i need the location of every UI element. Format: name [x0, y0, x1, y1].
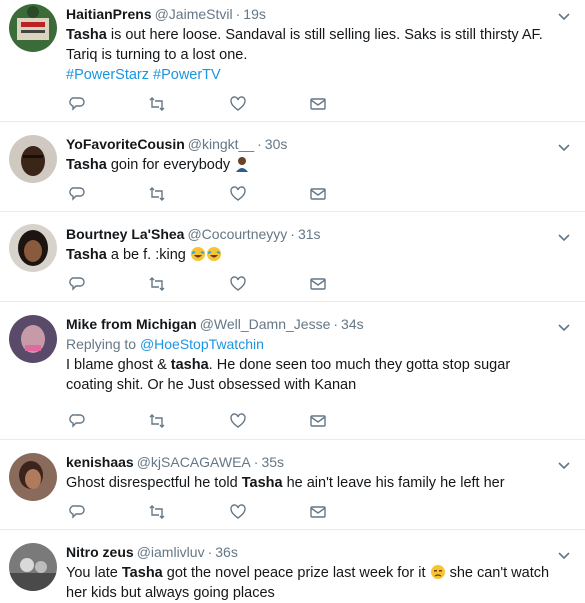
reply-icon[interactable] [68, 95, 88, 115]
like-icon[interactable] [229, 275, 249, 295]
tweet-body: got the novel peace prize last week for … [162, 565, 430, 581]
like-icon[interactable] [229, 185, 249, 205]
chevron-down-icon[interactable] [557, 548, 571, 560]
reply-icon[interactable] [68, 503, 88, 523]
retweet-icon[interactable] [148, 503, 168, 523]
tweet-text: Tasha goin for everybody [66, 155, 555, 175]
timestamp[interactable]: 36s [215, 544, 238, 560]
retweet-icon[interactable] [148, 412, 168, 432]
avatar[interactable] [9, 315, 57, 363]
chevron-down-icon[interactable] [557, 320, 571, 332]
tweet-header: Mike from Michigan @Well_Damn_Jesse · 34s [66, 315, 555, 333]
timestamp[interactable]: 19s [243, 6, 266, 22]
display-name[interactable]: Mike from Michigan [66, 316, 197, 332]
reply-icon[interactable] [68, 275, 88, 295]
reply-prefix: Replying to [66, 336, 140, 352]
timestamp[interactable]: 35s [261, 454, 284, 470]
laughing-crying-emoji-icon [190, 246, 206, 262]
tweet-body: goin for everybody [106, 157, 235, 173]
separator: · [333, 316, 339, 332]
tweet-text: Ghost disrespectful he told Tasha he ain… [66, 473, 555, 493]
tweet-body: he ain't leave his family he left her [282, 475, 505, 491]
user-handle[interactable]: @iamlivluv [137, 544, 205, 560]
like-icon[interactable] [229, 503, 249, 523]
direct-message-icon[interactable] [309, 275, 329, 295]
timestamp[interactable]: 34s [341, 316, 364, 332]
retweet-icon[interactable] [148, 185, 168, 205]
highlighted-keyword: tasha [170, 357, 209, 373]
highlighted-keyword: Tasha [241, 475, 283, 491]
person-emoji-icon [234, 156, 250, 172]
tweet-actions [0, 412, 400, 432]
user-handle[interactable]: @JaimeStvil [155, 6, 233, 22]
like-icon[interactable] [229, 412, 249, 432]
tweet-text: I blame ghost & tasha. He done seen too … [66, 355, 555, 395]
retweet-icon[interactable] [148, 275, 168, 295]
reply-icon[interactable] [68, 185, 88, 205]
highlighted-keyword: Tasha [66, 27, 107, 43]
like-icon[interactable] [229, 95, 249, 115]
user-handle[interactable]: @Cocourtneyyy [187, 226, 287, 242]
tweet-text: You late Tasha got the novel peace prize… [66, 563, 555, 603]
reply-context: Replying to @HoeStopTwatchin [66, 335, 555, 353]
tweet-header: Nitro zeus @iamlivluv · 36s [66, 543, 555, 561]
tweet-body-pre: You late [66, 565, 122, 581]
separator: · [253, 454, 259, 470]
user-handle[interactable]: @kingkt__ [188, 136, 254, 152]
reply-to-handle[interactable]: @HoeStopTwatchin [140, 336, 264, 352]
display-name[interactable]: Bourtney La'Shea [66, 226, 184, 242]
tweet-text: Tasha a be f. :king [66, 245, 555, 265]
hashtag-list: #PowerStarz #PowerTV [66, 65, 555, 85]
highlighted-keyword: Tasha [121, 565, 163, 581]
retweet-icon[interactable] [148, 95, 168, 115]
tweet-header: Bourtney La'Shea @Cocourtneyyy · 31s [66, 225, 555, 243]
separator: · [207, 544, 213, 560]
avatar[interactable] [9, 543, 57, 591]
tweet[interactable]: Nitro zeus @iamlivluv · 36s You late Tasha … [0, 530, 585, 602]
user-handle[interactable]: @kjSACAGAWEA [137, 454, 251, 470]
tweet-actions [0, 503, 400, 523]
tweet-header: kenishaas @kjSACAGAWEA · 35s [66, 453, 555, 471]
avatar[interactable] [9, 224, 57, 272]
tweet-header: HaitianPrens @JaimeStvil · 19s [66, 5, 555, 23]
timestamp[interactable]: 30s [265, 136, 288, 152]
avatar[interactable] [9, 4, 57, 52]
tweet-actions [0, 185, 400, 205]
tweet-body-pre: I blame ghost & [66, 357, 171, 373]
reply-icon[interactable] [68, 412, 88, 432]
tweet-actions [0, 275, 400, 295]
display-name[interactable]: Nitro zeus [66, 544, 134, 560]
separator: · [235, 6, 241, 22]
avatar[interactable] [9, 135, 57, 183]
tweet-body-pre: Ghost disrespectful he told [66, 475, 242, 491]
avatar[interactable] [9, 453, 57, 501]
display-name[interactable]: HaitianPrens [66, 6, 152, 22]
hashtag[interactable]: #PowerTV [153, 67, 221, 83]
timestamp[interactable]: 31s [298, 226, 321, 242]
separator: · [257, 136, 262, 152]
separator: · [290, 226, 295, 242]
display-name[interactable]: YoFavoriteCousin [66, 136, 185, 152]
chevron-down-icon[interactable] [557, 230, 571, 242]
tweet-body: a be f. :king [106, 247, 190, 263]
tweet-header: YoFavoriteCousin @kingkt__ · 30s [66, 135, 555, 153]
direct-message-icon[interactable] [309, 412, 329, 432]
tweet-text: Tasha is out here loose. Sandaval is sti… [66, 25, 555, 65]
display-name[interactable]: kenishaas [66, 454, 134, 470]
direct-message-icon[interactable] [309, 503, 329, 523]
user-handle[interactable]: @Well_Damn_Jesse [200, 316, 331, 332]
direct-message-icon[interactable] [309, 185, 329, 205]
direct-message-icon[interactable] [309, 95, 329, 115]
tweet-body: is out here loose. Sandaval is still sel… [66, 27, 543, 63]
tweet-actions [0, 95, 400, 115]
highlighted-keyword: Tasha [66, 247, 107, 263]
laughing-crying-emoji-icon [206, 246, 222, 262]
chevron-down-icon[interactable] [557, 140, 571, 152]
hashtag[interactable]: #PowerStarz [66, 67, 149, 83]
highlighted-keyword: Tasha [66, 157, 107, 173]
chevron-down-icon[interactable] [557, 458, 571, 470]
unamused-face-emoji-icon [430, 564, 446, 580]
chevron-down-icon[interactable] [557, 9, 571, 21]
